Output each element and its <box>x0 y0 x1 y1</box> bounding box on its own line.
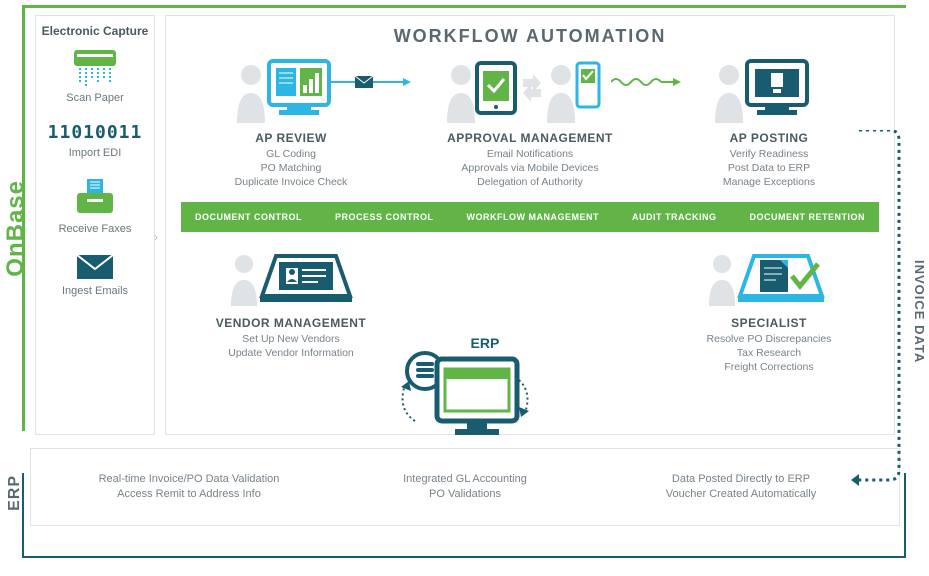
bar-item: AUDIT TRACKING <box>632 212 717 222</box>
block-line: Post Data to ERP <box>669 161 869 175</box>
invoice-data-label: INVOICE DATA <box>912 260 927 363</box>
erp-col-1: Real-time Invoice/PO Data Validation Acc… <box>84 472 294 502</box>
bar-item: DOCUMENT CONTROL <box>195 212 302 222</box>
block-line: Duplicate Invoice Check <box>191 175 391 189</box>
fax-icon <box>40 177 150 219</box>
control-bar: DOCUMENT CONTROL PROCESS CONTROL WORKFLO… <box>181 202 879 232</box>
erp-line: Access Remit to Address Info <box>84 487 294 502</box>
block-line: Set Up New Vendors <box>191 332 391 346</box>
block-title: SPECIALIST <box>669 316 869 330</box>
block-title: AP REVIEW <box>191 131 391 145</box>
onbase-label: OnBase <box>2 180 30 277</box>
ap-posting-icon <box>669 55 869 125</box>
workflow-title: WORKFLOW AUTOMATION <box>181 26 879 47</box>
capture-label: Ingest Emails <box>40 285 150 297</box>
block-line: Verify Readiness <box>669 147 869 161</box>
vendor-icon <box>191 246 391 310</box>
block-title: VENDOR MANAGEMENT <box>191 316 391 330</box>
capture-label: Import EDI <box>40 147 150 159</box>
block-title: APPROVAL MANAGEMENT <box>415 131 645 145</box>
erp-col-3: Data Posted Directly to ERP Voucher Crea… <box>636 472 846 502</box>
block-line: PO Matching <box>191 161 391 175</box>
block-line: Resolve PO Discrepancies <box>669 332 869 346</box>
edi-icon: 11010011 <box>40 122 150 143</box>
capture-item-ingest-emails: Ingest Emails <box>40 253 150 297</box>
specialist-icon <box>669 246 869 310</box>
block-title: AP POSTING <box>669 131 869 145</box>
block-line: Freight Corrections <box>669 360 869 374</box>
capture-label: Scan Paper <box>40 92 150 104</box>
capture-item-scan-paper: Scan Paper <box>40 48 150 104</box>
erp-footer-box: Real-time Invoice/PO Data Validation Acc… <box>30 448 900 526</box>
erp-label: ERP <box>6 475 24 511</box>
ap-posting-block: AP POSTING Verify Readiness Post Data to… <box>669 55 869 190</box>
erp-line: Voucher Created Automatically <box>636 487 846 502</box>
block-line: Update Vendor Information <box>191 346 391 360</box>
specialist-block: SPECIALIST Resolve PO Discrepancies Tax … <box>669 246 869 375</box>
wavy-arrow-icon <box>611 74 681 90</box>
block-line: Approvals via Mobile Devices <box>415 161 645 175</box>
capture-item-import-edi: 11010011 Import EDI <box>40 122 150 159</box>
bar-item: PROCESS CONTROL <box>335 212 434 222</box>
block-line: Delegation of Authority <box>415 175 645 189</box>
block-line: Tax Research <box>669 346 869 360</box>
erp-center-icon: ERP <box>385 335 545 455</box>
email-arrow-icon <box>331 74 411 90</box>
capture-label: Receive Faxes <box>40 223 150 235</box>
bar-item: DOCUMENT RETENTION <box>750 212 866 222</box>
chevron-right-icon: › <box>154 230 158 244</box>
bar-item: WORKFLOW MANAGEMENT <box>467 212 599 222</box>
ap-review-icon <box>191 55 391 125</box>
scanner-icon <box>40 48 150 88</box>
block-line: Email Notifications <box>415 147 645 161</box>
block-line: GL Coding <box>191 147 391 161</box>
vendor-management-block: VENDOR MANAGEMENT Set Up New Vendors Upd… <box>191 246 391 375</box>
capture-item-receive-faxes: Receive Faxes <box>40 177 150 235</box>
electronic-capture-panel: Electronic Capture Scan Paper 11010011 I… <box>35 15 155 435</box>
erp-col-2: Integrated GL Accounting PO Validations <box>360 472 570 502</box>
envelope-icon <box>40 253 150 281</box>
workflow-top-row: AP REVIEW GL Coding PO Matching Duplicat… <box>181 55 879 190</box>
capture-title: Electronic Capture <box>40 24 150 38</box>
erp-line: PO Validations <box>360 487 570 502</box>
block-line: Manage Exceptions <box>669 175 869 189</box>
erp-line: Real-time Invoice/PO Data Validation <box>84 472 294 487</box>
erp-line: Integrated GL Accounting <box>360 472 570 487</box>
approval-icon <box>415 55 645 125</box>
erp-line: Data Posted Directly to ERP <box>636 472 846 487</box>
erp-badge: ERP <box>471 335 500 351</box>
